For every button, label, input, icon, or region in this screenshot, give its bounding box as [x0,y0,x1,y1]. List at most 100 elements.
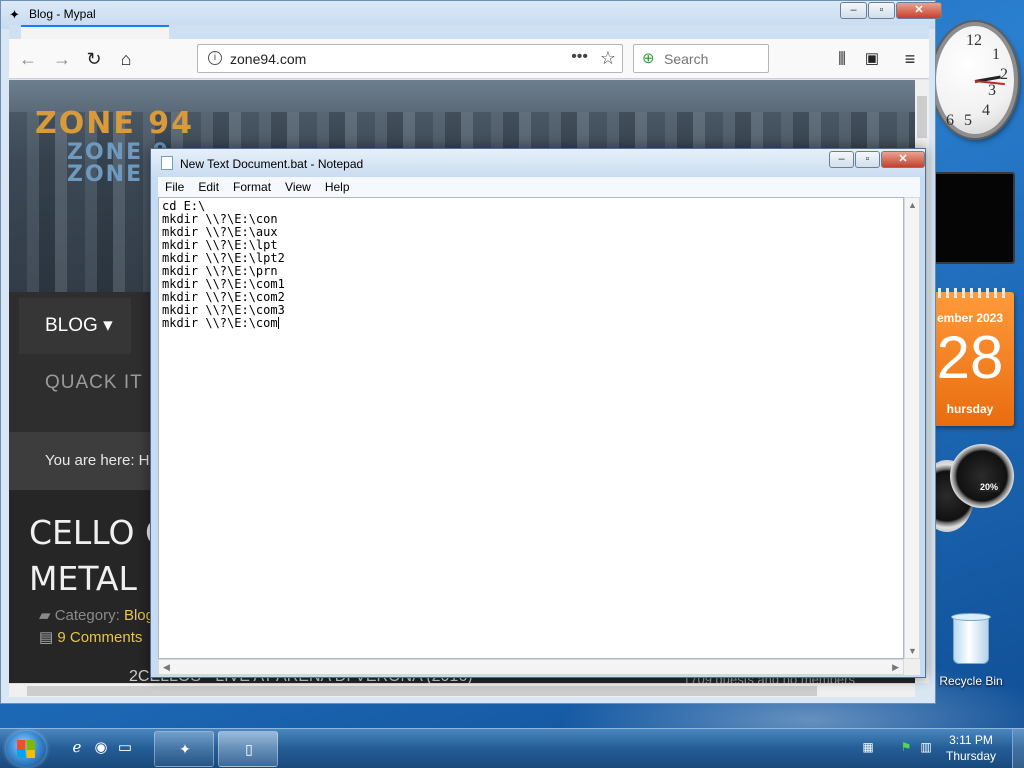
search-input[interactable] [664,50,760,68]
calendar-month: ember 2023 [936,311,1004,325]
browser-title: Blog - Mypal [29,7,96,21]
recycle-bin-label: Recycle Bin [939,674,1003,688]
sidebar-icon[interactable]: ▣ [861,48,883,70]
library-icon[interactable]: ⫴ [831,48,853,70]
menu-view[interactable]: View [278,177,318,197]
home-icon[interactable]: ⌂ [115,48,137,70]
site-info-icon[interactable]: i [208,51,222,65]
notepad-maximize-button[interactable]: ▫ [855,151,880,168]
menu-file[interactable]: File [158,177,191,197]
clock-number-3: 3 [988,82,996,99]
recycle-bin[interactable]: Recycle Bin [936,613,1006,688]
article-comments[interactable]: ▤ 9 Comments [39,628,142,646]
menu-help[interactable]: Help [318,177,357,197]
calendar-rings [930,288,1010,298]
menu-edit[interactable]: Edit [191,177,226,197]
page-actions-icon[interactable]: ••• [571,48,588,66]
taskbar-notepad-button[interactable]: ▯ [218,731,278,767]
clock-number-12: 12 [966,32,982,49]
memory-gauge [950,444,1014,508]
scroll-left-arrow-icon[interactable]: ◀ [163,662,170,673]
close-button[interactable]: ✕ [896,2,942,19]
text-caret [277,317,279,329]
url-bar[interactable]: i zone94.com ••• ☆ [197,44,623,73]
notepad-titlebar[interactable]: New Text Document.bat - Notepad – ▫ ✕ [151,149,925,177]
maximize-button[interactable]: ▫ [868,2,895,19]
article-category: ▰ Category: Blog [39,606,154,624]
clock-number-5: 5 [964,112,972,129]
text-line-last: mkdir \\?\E:\com [162,317,900,330]
dropdown-caret-icon: ▾ [103,315,113,336]
taskbar-mypal-button[interactable]: ✦ [154,731,214,767]
notepad-window-controls: – ▫ ✕ [828,151,925,168]
notepad-close-button[interactable]: ✕ [881,151,925,168]
calendar-gadget[interactable]: ember 2023 28 hursday [926,288,1014,426]
slideshow-gadget[interactable] [930,172,1015,264]
mypal-taskbar-icon: ✦ [179,741,191,757]
text-line-last-content: mkdir \\?\E:\com [162,316,278,330]
comment-icon: ▤ [39,629,54,646]
menu-blog-label: BLOG [45,315,98,336]
calendar-weekday: hursday [946,402,994,416]
site-logo[interactable]: ZONE 94 [35,106,194,141]
clock-number-6: 6 [946,112,954,129]
tray-clock[interactable]: 3:11 PM Thursday [944,732,998,764]
folder-icon: ▰ [39,607,51,624]
tray-time: 3:11 PM [949,733,993,747]
tray-day: Thursday [945,749,997,763]
scroll-right-arrow-icon[interactable]: ▶ [892,662,899,673]
search-engine-icon[interactable]: ⊕ [642,49,655,67]
notepad-taskbar-icon: ▯ [245,741,253,757]
mypal-app-icon: ✦ [9,7,20,22]
notepad-minimize-button[interactable]: – [829,151,854,168]
recycle-bin-icon [951,613,991,664]
scroll-down-arrow-icon[interactable]: ▼ [908,646,917,656]
notepad-vertical-scrollbar[interactable]: ▲ ▼ [904,197,920,659]
clock-number-2: 2 [1000,66,1008,83]
search-box[interactable]: ⊕ [633,44,769,73]
action-center-tray-icon[interactable]: ⚑ [898,740,914,756]
menu-format[interactable]: Format [226,177,278,197]
clock-number-1: 1 [992,46,1000,63]
menu-quack-it[interactable]: QUACK IT [45,372,143,394]
category-label: Category: [54,607,120,624]
browser-horizontal-scrollbar[interactable] [9,683,915,697]
network-tray-icon[interactable]: ▥ [918,740,934,756]
clock-number-4: 4 [982,102,990,119]
notepad-app-icon [161,156,173,170]
menu-icon[interactable]: ≡ [899,48,921,70]
comments-link[interactable]: 9 Comments [57,629,142,646]
navigation-toolbar: ← → ↻ ⌂ i zone94.com ••• ☆ ⊕ ⫴ ▣ ≡ [9,39,929,79]
reload-icon[interactable]: ↻ [83,48,105,70]
tab-blog[interactable] [21,25,169,39]
tab-strip [9,25,929,39]
clock-gadget[interactable]: 12 1 2 3 4 5 6 [930,20,1020,140]
start-button[interactable] [6,731,46,767]
url-text[interactable]: zone94.com [230,51,306,67]
notepad-window[interactable]: New Text Document.bat - Notepad – ▫ ✕ Fi… [150,148,926,678]
minimize-button[interactable]: – [840,2,867,19]
forward-icon[interactable]: → [51,48,73,70]
internet-explorer-icon[interactable]: ℯ [68,739,86,757]
browser-vertical-scroll-thumb[interactable] [917,96,927,138]
back-icon[interactable]: ← [17,48,39,70]
keyboard-tray-icon[interactable]: ▦ [860,740,876,756]
notepad-title: New Text Document.bat - Notepad [180,157,364,171]
browser-window-controls: – ▫ ✕ [839,2,942,19]
desktop-icon[interactable]: ▭ [116,739,134,757]
breadcrumb-text: You are here: H [45,452,150,469]
bookmark-star-icon[interactable]: ☆ [600,48,616,69]
show-desktop-button[interactable] [1012,729,1024,768]
taskbar: ℯ ◉ ▭ ✦ ▯ ▦ ⚑ ▥ 3:11 PM Thursday [0,728,1024,768]
meter-percent: 20% [978,482,1001,492]
windows-logo-icon [17,740,35,758]
notepad-menubar: File Edit Format View Help [158,177,920,197]
calendar-day: 28 [936,324,1004,391]
scroll-up-arrow-icon[interactable]: ▲ [908,200,917,210]
browser-horizontal-scroll-thumb[interactable] [27,686,817,696]
firefox-icon[interactable]: ◉ [92,739,110,757]
notepad-text-area[interactable]: cd E:\ mkdir \\?\E:\con mkdir \\?\E:\aux mk… [158,197,904,659]
menu-blog[interactable]: BLOG ▾ [19,298,131,354]
notepad-horizontal-scrollbar[interactable]: ◀ ▶ [158,659,904,675]
resize-grip[interactable] [904,659,920,675]
